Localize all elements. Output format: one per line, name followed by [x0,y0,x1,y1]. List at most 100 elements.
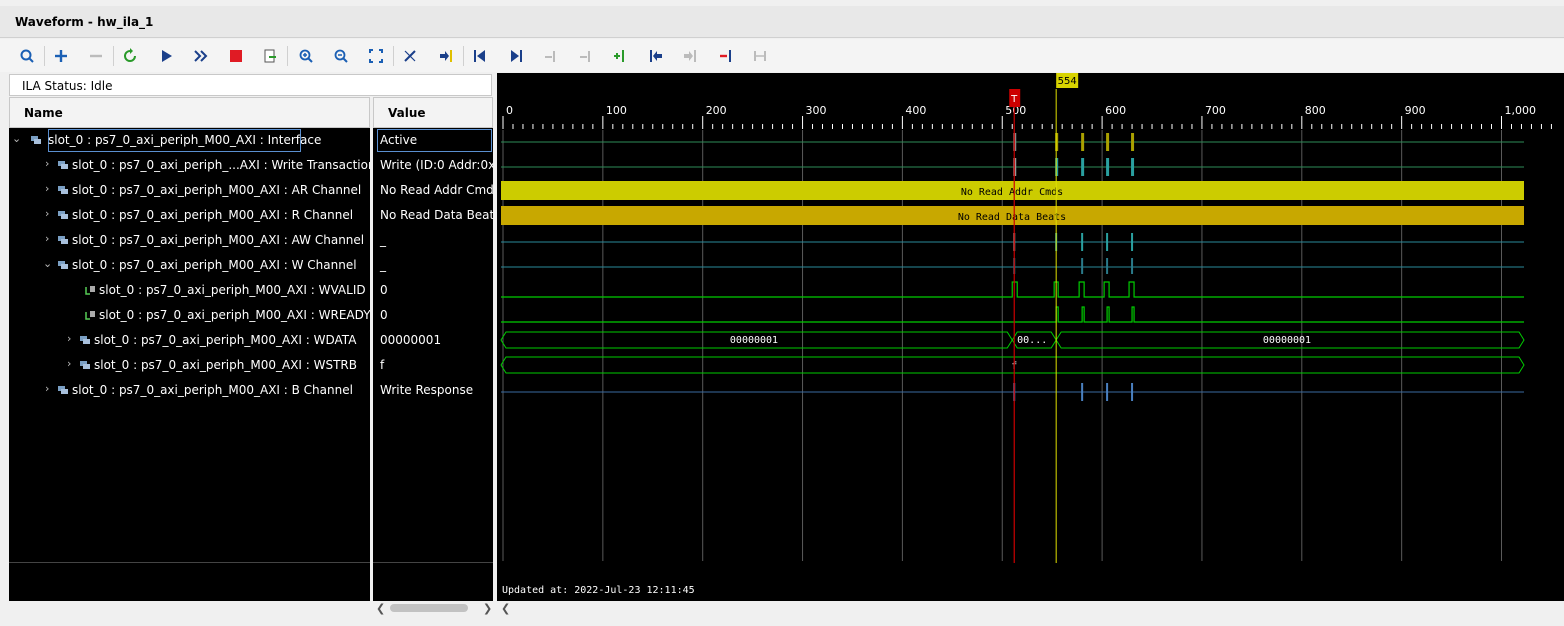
bus-icon [80,361,90,369]
wvalid-wave [501,281,1524,298]
value-horizontal-scrollbar[interactable]: ❮ ❯ [373,601,495,616]
signal-value-text: No Read Data Beats [380,208,493,222]
aw-mark [1081,233,1084,251]
add-marker-green-button[interactable] [607,43,633,69]
toolbar [0,39,1564,72]
signal-row[interactable]: › slot_0 : ps7_0_axi_periph_M00_AXI : B C… [9,378,370,403]
run-all-button[interactable] [187,43,213,69]
plus-button[interactable] [48,43,74,69]
transaction-mark [1106,133,1110,151]
signal-value-text: _ [380,233,386,247]
chevron-right-icon[interactable]: › [45,183,55,195]
zoom-out-icon [334,49,348,63]
ila-status-bar: ILA Status: Idle [9,74,492,96]
scroll-right-icon[interactable]: ❯ [483,602,492,615]
last-button[interactable] [503,43,529,69]
signal-value: No Read Data Beats [376,203,493,228]
zoom-fit-icon [369,49,383,63]
signal-value-text: f [380,358,385,372]
ruler-tick-label: 200 [706,104,727,117]
stop-button[interactable] [223,43,249,69]
swap-button[interactable] [747,43,773,69]
zoom-out-button[interactable] [328,43,354,69]
name-column-label: Name [24,106,63,120]
signal-row[interactable]: › slot_0 : ps7_0_axi_periph_M00_AXI : R C… [9,203,370,228]
signal-value-text: Write Response [380,383,474,397]
ruler-tick-label: 700 [1205,104,1226,117]
waveform-canvas[interactable]: 0 100 200 300 400 500 600 700 800 900 1,000 No Read… [497,73,1564,601]
chevron-right-icon[interactable]: › [45,383,55,395]
signal-row[interactable]: slot_0 : ps7_0_axi_periph_M00_AXI : WVAL… [9,278,370,303]
signal-row[interactable]: slot_0 : ps7_0_axi_periph_M00_AXI : WREA… [9,303,370,328]
signal-name: slot_0 : ps7_0_axi_periph_M00_AXI : R Ch… [72,208,354,222]
aw-mark [1131,233,1134,251]
waveform-svg[interactable]: 0 100 200 300 400 500 600 700 800 900 1,000No Read… [497,73,1564,601]
window-title: Waveform - hw_ila_1 [15,15,154,29]
signal-row[interactable]: › slot_0 : ps7_0_axi_periph_M00_AXI : WST… [9,353,370,378]
signal-value: f [376,353,493,378]
chevron-right-icon[interactable]: › [67,358,77,370]
chevron-down-icon[interactable]: ⌄ [43,258,53,270]
value-column-label: Value [388,106,426,120]
toolbar-separator [44,46,45,66]
signal-row[interactable]: › slot_0 : ps7_0_axi_periph_M00_AXI : WDA… [9,328,370,353]
signal-name: slot_0 : ps7_0_axi_periph_...AXI : Write… [72,158,370,172]
updated-timestamp: Updated at: 2022-Jul-23 12:11:45 [502,585,695,596]
zoom-fit-button[interactable] [363,43,389,69]
stop-icon [230,50,242,62]
chevron-down-icon[interactable]: ⌄ [12,133,22,145]
wave-scroll-left-icon[interactable]: ❮ [501,602,510,615]
signal-value: _ [376,253,493,278]
signal-name: slot_0 : ps7_0_axi_periph_M00_AXI : W Ch… [72,258,357,272]
value-pane-divider [373,562,493,563]
chevron-right-icon[interactable]: › [45,208,55,220]
chevron-right-icon[interactable]: › [45,233,55,245]
delete-marker-button[interactable] [713,43,739,69]
cursor-snap-button[interactable] [397,43,423,69]
signal-row[interactable]: ⌄ slot_0 : ps7_0_axi_periph_M00_AXI : W C… [9,253,370,278]
signal-row[interactable]: ⌄ slot_0 : ps7_0_axi_periph_M00_AXI : Int… [12,128,321,153]
scroll-thumb[interactable] [390,604,468,612]
w-mark [1106,258,1109,274]
transaction-mark [1131,158,1135,176]
ruler-tick-label: 300 [806,104,827,117]
cursor-snap-icon [404,50,416,62]
ruler-tick-label: 800 [1305,104,1326,117]
chevron-right-icon[interactable]: › [45,158,55,170]
signal-name: slot_0 : ps7_0_axi_periph_M00_AXI : Inte… [48,133,322,147]
signal-value-text: No Read Addr Cmds [380,183,493,197]
name-column-header[interactable]: Name [9,97,370,128]
first-button[interactable] [467,43,493,69]
remove-marker-icon [580,51,590,62]
zoom-in-button[interactable] [293,43,319,69]
scroll-left-icon[interactable]: ❮ [376,602,385,615]
run-button[interactable] [153,43,179,69]
add-marker-button[interactable] [538,43,564,69]
signal-row[interactable]: › slot_0 : ps7_0_axi_periph_M00_AXI : AW … [9,228,370,253]
ruler-tick-label: 100 [606,104,627,117]
chevron-right-icon[interactable]: › [67,333,77,345]
signal-name: slot_0 : ps7_0_axi_periph_M00_AXI : WDAT… [94,333,357,347]
wdata-value-right: 00000001 [1263,335,1311,346]
last-icon [511,50,522,62]
run-all-icon [194,50,208,62]
export-button[interactable] [257,43,283,69]
prev-marker-button[interactable] [643,43,669,69]
signal-value: 0 [376,303,493,328]
next-marker-button[interactable] [677,43,703,69]
signal-value: Write Response [376,378,493,403]
value-column-header[interactable]: Value [373,97,493,128]
minus-button[interactable] [83,43,109,69]
go-to-marker-button[interactable] [433,43,459,69]
signal-row[interactable]: › slot_0 : ps7_0_axi_periph_...AXI : Writ… [9,153,370,178]
signal-row[interactable]: › slot_0 : ps7_0_axi_periph_M00_AXI : AR … [9,178,370,203]
w-mark [1131,258,1134,274]
remove-marker-button[interactable] [573,43,599,69]
signal-icon [85,311,95,320]
w-mark [1081,258,1084,274]
wready-wave [501,306,1524,323]
r-bus-label: No Read Data Beats [958,212,1066,223]
signal-name: slot_0 : ps7_0_axi_periph_M00_AXI : B Ch… [72,383,353,397]
refresh-button[interactable] [117,43,143,69]
search-button[interactable] [14,43,40,69]
